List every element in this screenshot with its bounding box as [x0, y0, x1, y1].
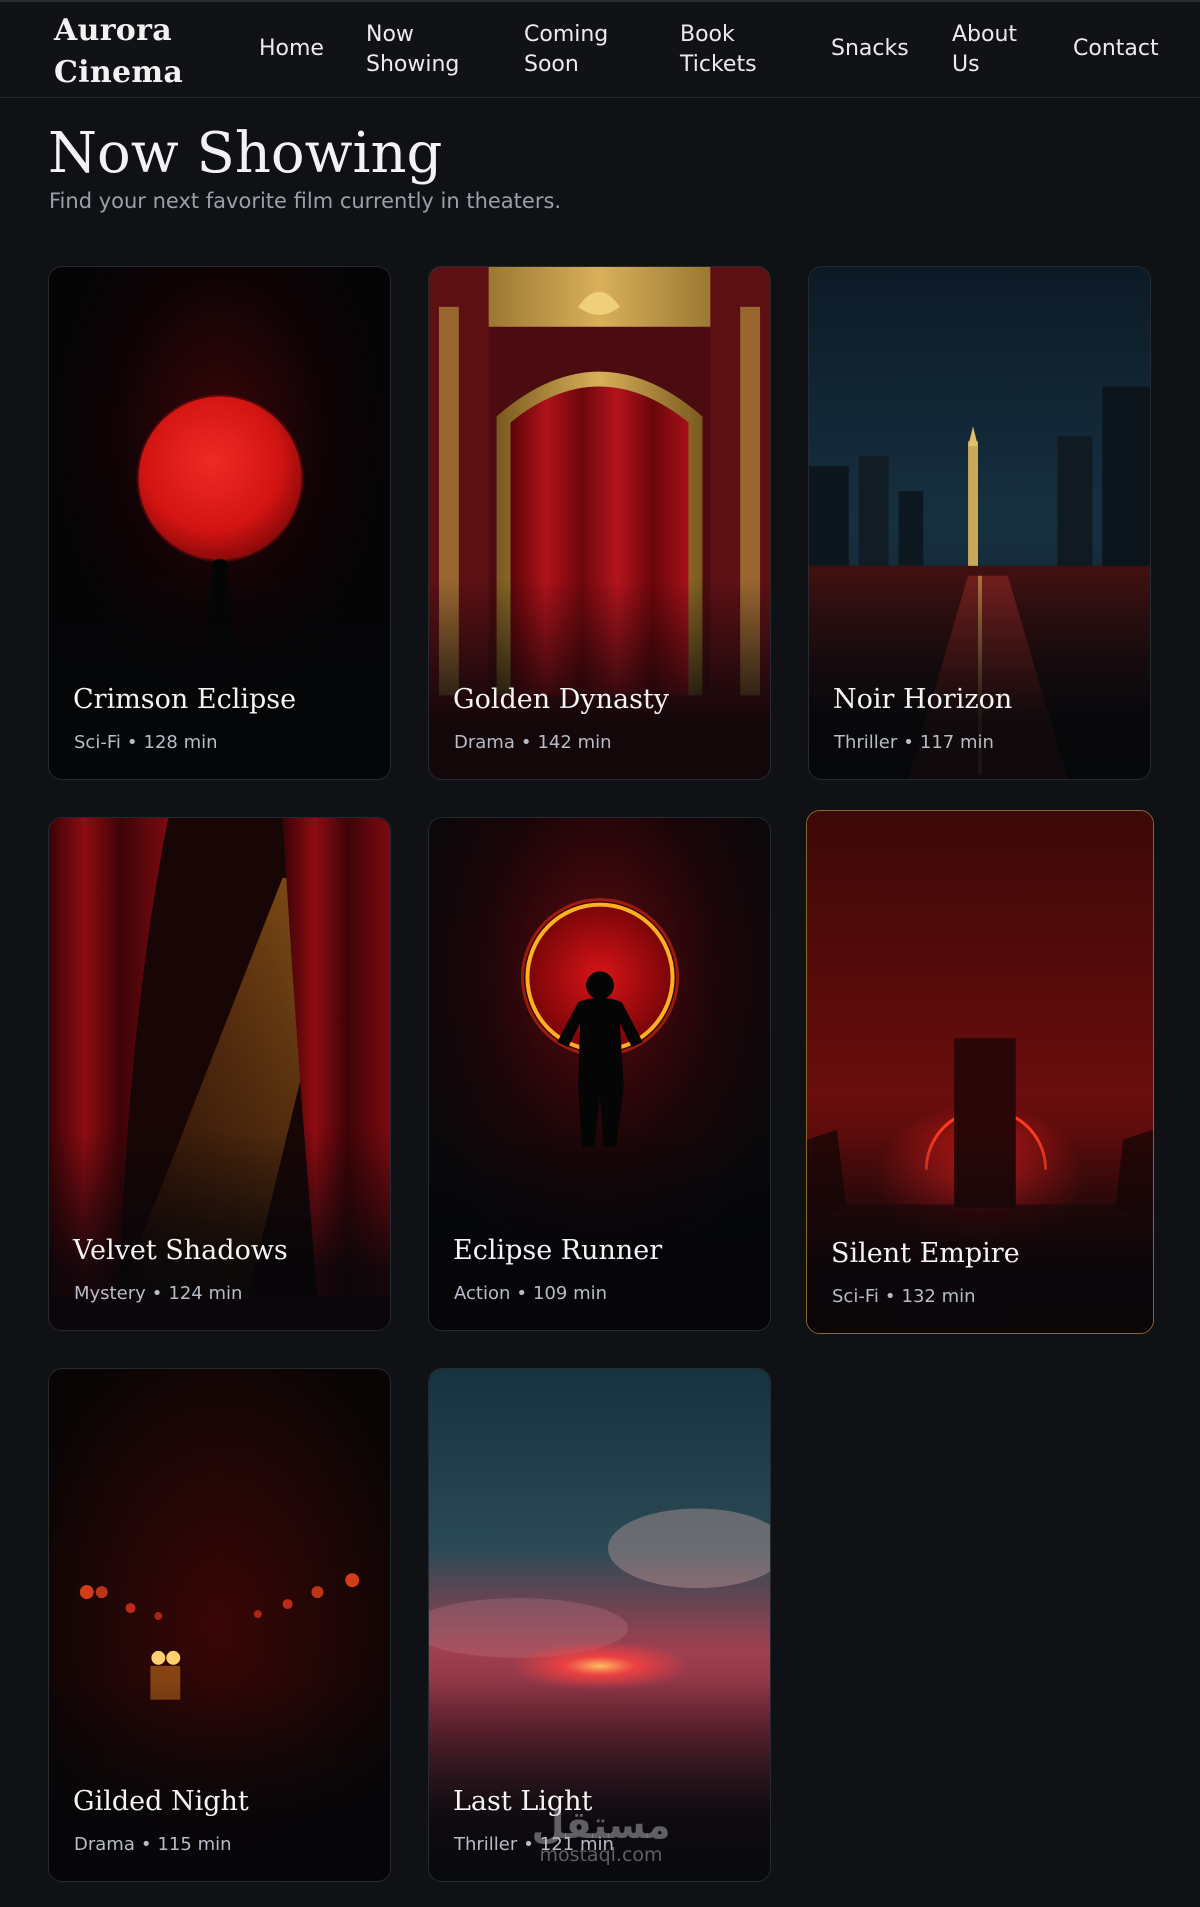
- movie-meta: Sci-Fi • 128 min: [74, 731, 218, 755]
- meta-separator: •: [903, 732, 914, 753]
- movie-genre: Action: [454, 1283, 511, 1304]
- movie-card[interactable]: Golden Dynasty Drama • 142 min: [428, 266, 771, 780]
- meta-separator: •: [516, 1283, 527, 1304]
- movie-card[interactable]: Crimson Eclipse Sci-Fi • 128 min: [48, 266, 391, 780]
- movie-title: Golden Dynasty: [453, 684, 670, 715]
- movie-genre: Sci-Fi: [74, 732, 121, 753]
- movie-meta: Sci-Fi • 132 min: [832, 1285, 976, 1309]
- meta-separator: •: [140, 1834, 152, 1855]
- meta-separator: •: [884, 1286, 896, 1307]
- movie-title: Velvet Shadows: [73, 1235, 288, 1266]
- nav-link-now-showing[interactable]: Now Showing: [366, 20, 476, 80]
- watermark-logo: مستقل: [531, 1803, 671, 1847]
- movie-title: Crimson Eclipse: [73, 684, 297, 715]
- watermark: مستقل mostaql.com: [526, 1806, 676, 1866]
- movie-meta: Drama • 142 min: [454, 731, 612, 755]
- movie-meta: Thriller • 117 min: [834, 731, 994, 755]
- page-subtitle: Find your next favorite film currently i…: [49, 189, 562, 213]
- movie-title: Eclipse Runner: [453, 1235, 663, 1266]
- movie-duration: 128 min: [143, 732, 218, 753]
- nav-link-snacks[interactable]: Snacks: [831, 34, 909, 64]
- movie-title: Silent Empire: [831, 1238, 1020, 1269]
- movie-title: Gilded Night: [73, 1786, 249, 1817]
- nav-link-book-tickets[interactable]: Book Tickets: [680, 20, 770, 80]
- brand-logo[interactable]: Aurora Cinema: [54, 10, 194, 94]
- nav-link-home[interactable]: Home: [259, 34, 324, 64]
- top-navigation-bar: Aurora Cinema Home Now Showing Coming So…: [0, 0, 1200, 98]
- movie-genre: Thriller: [834, 732, 898, 753]
- meta-separator: •: [151, 1283, 163, 1304]
- movie-duration: 109 min: [533, 1283, 608, 1304]
- movie-meta: Drama • 115 min: [74, 1833, 232, 1857]
- movie-genre: Thriller: [454, 1834, 518, 1855]
- nav-link-coming-soon[interactable]: Coming Soon: [524, 20, 624, 80]
- movie-genre: Drama: [74, 1834, 135, 1855]
- watermark-domain: mostaql.com: [539, 1844, 663, 1866]
- movie-genre: Sci-Fi: [832, 1286, 879, 1307]
- movie-card[interactable]: Noir Horizon Thriller • 117 min: [808, 266, 1151, 780]
- movie-duration: 115 min: [157, 1834, 232, 1855]
- movie-genre: Drama: [454, 732, 515, 753]
- movie-card[interactable]: Eclipse Runner Action • 109 min: [428, 817, 771, 1331]
- page-title: Now Showing: [48, 121, 443, 186]
- movie-duration: 117 min: [919, 732, 994, 753]
- movie-title: Noir Horizon: [833, 684, 1013, 715]
- nav-link-contact[interactable]: Contact: [1073, 34, 1159, 64]
- movie-card[interactable]: Silent Empire Sci-Fi • 132 min: [806, 810, 1154, 1334]
- movie-meta: Mystery • 124 min: [74, 1282, 242, 1306]
- movie-card[interactable]: Gilded Night Drama • 115 min: [48, 1368, 391, 1882]
- movie-genre: Mystery: [74, 1283, 146, 1304]
- movie-meta: Action • 109 min: [454, 1282, 607, 1306]
- meta-separator: •: [520, 732, 532, 753]
- movie-duration: 142 min: [537, 732, 612, 753]
- movie-duration: 124 min: [168, 1283, 243, 1304]
- movie-duration: 132 min: [901, 1286, 976, 1307]
- nav-link-about-us[interactable]: About Us: [952, 20, 1022, 80]
- meta-separator: •: [126, 732, 138, 753]
- movie-card[interactable]: Velvet Shadows Mystery • 124 min: [48, 817, 391, 1331]
